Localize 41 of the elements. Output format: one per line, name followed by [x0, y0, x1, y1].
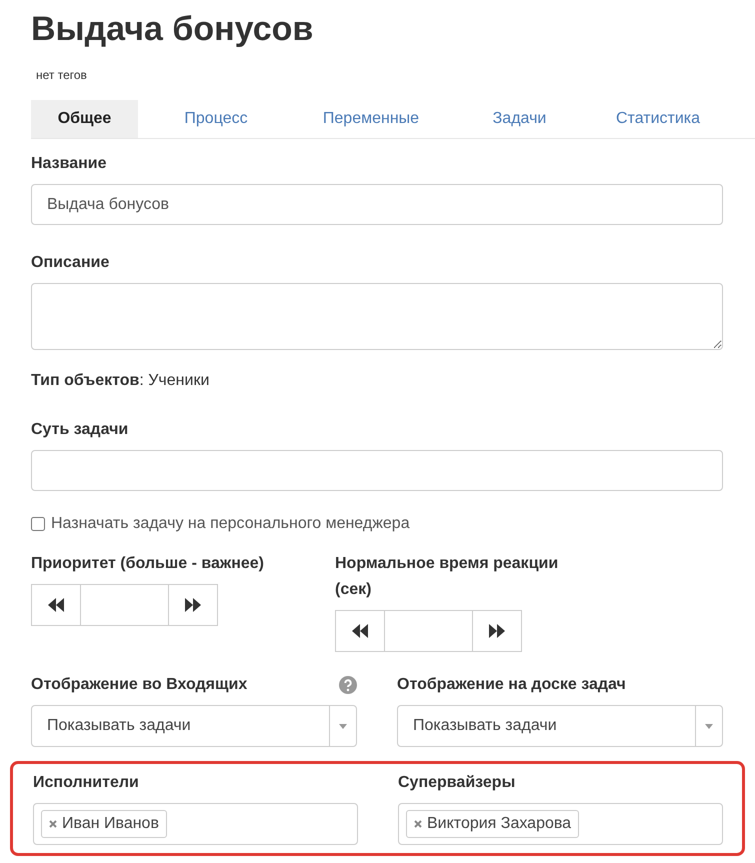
fast-forward-icon	[185, 598, 201, 612]
field-label: Суть задачи	[31, 420, 130, 440]
caret-icon	[339, 724, 347, 728]
fast-forward-icon	[489, 624, 505, 638]
description-field[interactable]	[31, 283, 723, 350]
caret-icon	[705, 724, 713, 728]
tag-field[interactable]: Виктория Захарова	[398, 803, 723, 845]
object-type-separator: :	[139, 372, 144, 389]
field-label: Супервайзеры	[398, 773, 516, 793]
help-icon[interactable]	[339, 676, 357, 694]
tab[interactable]: Задачи	[448, 100, 591, 138]
object-type-value: Ученики	[148, 372, 210, 389]
field-label: Название	[31, 154, 108, 174]
rewind-icon	[48, 598, 64, 612]
field-label: Отображение на доске задач	[397, 675, 626, 695]
task-essence-field[interactable]	[31, 450, 723, 491]
field-label: Исполнители	[33, 773, 140, 793]
tag-text: Иван Иванов	[62, 815, 159, 833]
checkbox-label: Назначать задачу на персонального менеджера	[51, 515, 410, 533]
tab[interactable]: Общее	[31, 100, 138, 138]
tab[interactable]: Процесс	[138, 100, 294, 138]
tags-text: нет тегов	[36, 68, 88, 82]
number-stepper[interactable]	[31, 584, 218, 626]
select-field[interactable]: Показывать задачи	[31, 705, 357, 747]
tag-field[interactable]: Иван Иванов	[33, 803, 358, 845]
checkbox[interactable]	[31, 517, 45, 531]
field-label: Описание	[31, 253, 110, 273]
field-label: Нормальное время реакции (сек)	[335, 554, 560, 600]
remove-icon[interactable]	[414, 820, 422, 828]
select-field[interactable]: Показывать задачи	[397, 705, 723, 747]
page-title: Выдача бонусов	[31, 9, 314, 50]
rewind-icon	[352, 624, 368, 638]
field-label: Приоритет (больше - важнее)	[31, 554, 265, 574]
object-type-label: Тип объектов	[31, 372, 140, 389]
field-label: Отображение во Входящих	[31, 675, 248, 695]
tag-text: Виктория Захарова	[427, 815, 572, 833]
tab[interactable]: Переменные	[294, 100, 448, 138]
name-field[interactable]: Выдача бонусов	[31, 184, 723, 225]
remove-icon[interactable]	[49, 820, 57, 828]
number-stepper[interactable]	[335, 610, 522, 652]
tab[interactable]: Статистика	[591, 100, 725, 138]
